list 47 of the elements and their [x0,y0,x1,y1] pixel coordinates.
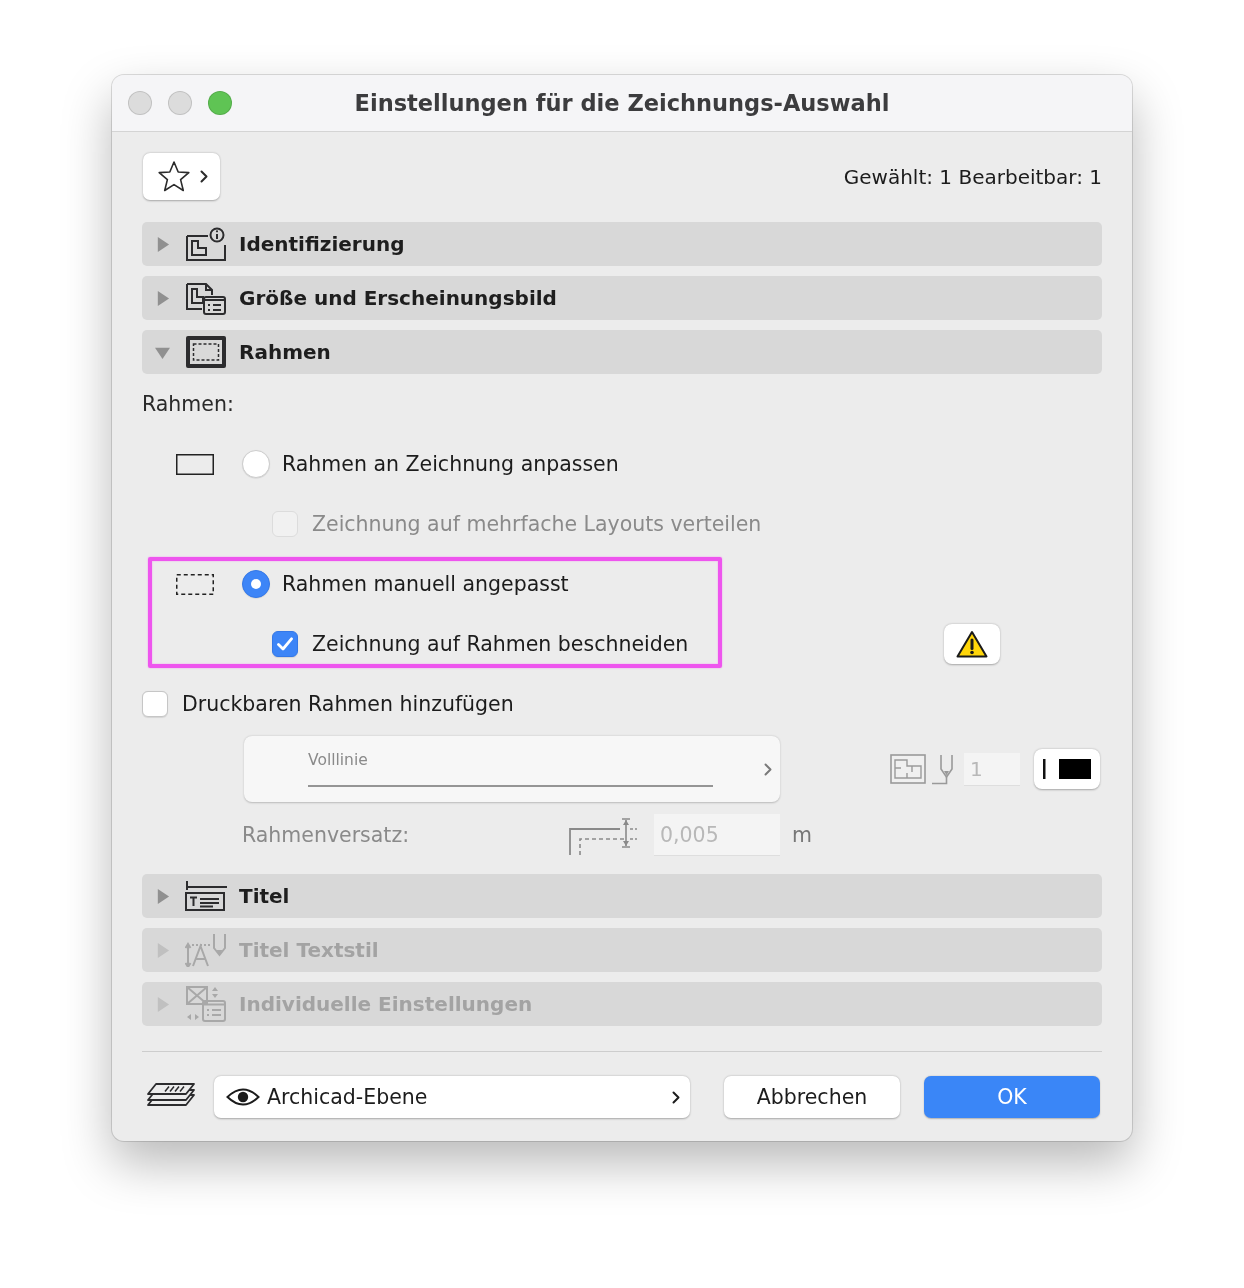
dashed-frame-icon [186,336,226,368]
pen-icon [932,753,956,785]
checkbox[interactable] [142,691,168,717]
chevron-icon [672,1090,680,1104]
checkbox-label: Zeichnung auf Rahmen beschneiden [312,632,689,656]
section-header[interactable]: Rahmen [142,330,1102,374]
disclosure-triangle-icon[interactable] [155,290,170,306]
zoom-button[interactable] [208,91,232,115]
window-title: Einstellungen für die Zeichnungs-Auswahl [354,90,890,116]
radio-button[interactable] [242,570,270,598]
checkbox-label: Druckbaren Rahmen hinzufügen [182,692,514,716]
section-header[interactable]: Titel [142,874,1102,918]
cancel-button[interactable]: Abbrechen [724,1076,900,1118]
title-box-icon [185,881,227,911]
radio-label: Rahmen an Zeichnung anpassen [282,452,619,476]
warning-icon [956,630,988,658]
field-label: Rahmen: [142,392,234,416]
eye-icon [226,1087,260,1107]
favorites-button[interactable] [143,153,220,200]
dashed-rectangle-icon [176,573,214,595]
unit-label: m [792,823,812,847]
chevron-icon [764,762,772,776]
section-header[interactable]: Größe und Erscheinungsbild [142,276,1102,320]
pen-color-button[interactable] [1034,749,1100,789]
text-style-icon [185,933,227,967]
floor-plan-info-icon [186,227,226,261]
color-swatch-icon [1043,758,1091,780]
selection-count: Gewählt: 1 Bearbeitbar: 1 [843,164,1102,189]
star-icon [157,160,191,193]
floor-plan-list-icon [186,281,226,315]
floor-plan-icon [890,754,926,784]
checkmark-icon [277,637,293,651]
warning-button[interactable] [944,624,1000,664]
radio-button[interactable] [242,450,270,478]
section-header[interactable]: Identifizierung [142,222,1102,266]
disclosure-triangle-icon[interactable] [155,236,170,252]
rectangle-icon [176,453,214,475]
field-label: Rahmenversatz: [242,823,411,847]
settings-list-icon [186,986,226,1022]
checkbox-label: Zeichnung auf mehrfache Layouts verteilen [312,512,762,536]
disclosure-triangle-icon[interactable] [155,888,170,904]
layer-dropdown[interactable]: Archicad-Ebene [214,1076,690,1118]
checkbox[interactable] [272,631,298,657]
chevron-icon [200,170,208,183]
radio-label: Rahmen manuell angepasst [282,572,569,596]
ok-button[interactable]: OK [924,1076,1100,1118]
frame-offset-icon [568,815,638,855]
